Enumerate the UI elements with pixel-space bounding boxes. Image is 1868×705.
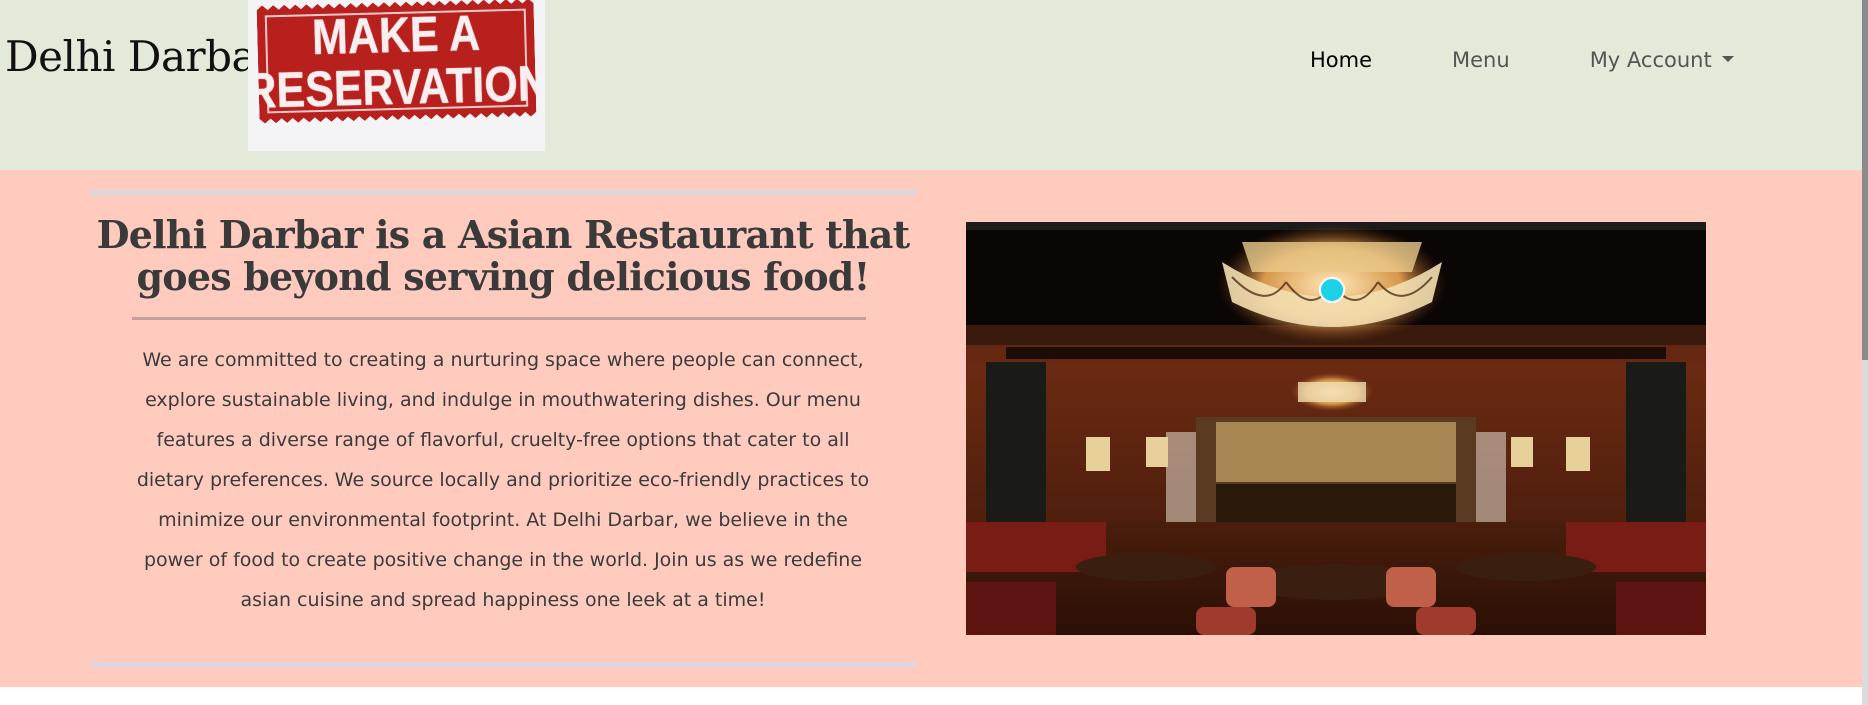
nav-my-account-label: My Account: [1589, 48, 1712, 72]
reservation-line-2: RESERVATION: [244, 55, 550, 119]
cursor-marker: [1319, 277, 1345, 303]
about-paragraph: We are committed to creating a nurturing…: [136, 349, 870, 611]
navbar: Delhi Darbar MAKE A RESERVATION Home Men…: [0, 0, 1862, 170]
reservation-line-1: MAKE A: [311, 4, 481, 66]
nav-home[interactable]: Home: [1310, 48, 1372, 72]
headline-divider: [132, 317, 866, 320]
scrollbar-track[interactable]: [1862, 0, 1868, 705]
about-headline: Delhi Darbar is a Asian Restaurant that …: [96, 212, 911, 299]
restaurant-interior-photo: [966, 222, 1706, 635]
nav-my-account[interactable]: My Account: [1590, 48, 1734, 72]
scrollbar-thumb[interactable]: [1862, 0, 1868, 360]
make-reservation-banner[interactable]: MAKE A RESERVATION: [248, 0, 545, 151]
brand-title[interactable]: Delhi Darbar: [5, 32, 276, 81]
bottom-divider: [90, 662, 916, 667]
reservation-stamp[interactable]: MAKE A RESERVATION: [257, 0, 537, 124]
nav-menu[interactable]: Menu: [1452, 48, 1510, 72]
top-divider: [90, 190, 916, 195]
about-block: Delhi Darbar is a Asian Restaurant that …: [90, 190, 916, 667]
nav-links: Home Menu My Account: [1310, 48, 1814, 72]
caret-down-icon: [1721, 56, 1734, 62]
